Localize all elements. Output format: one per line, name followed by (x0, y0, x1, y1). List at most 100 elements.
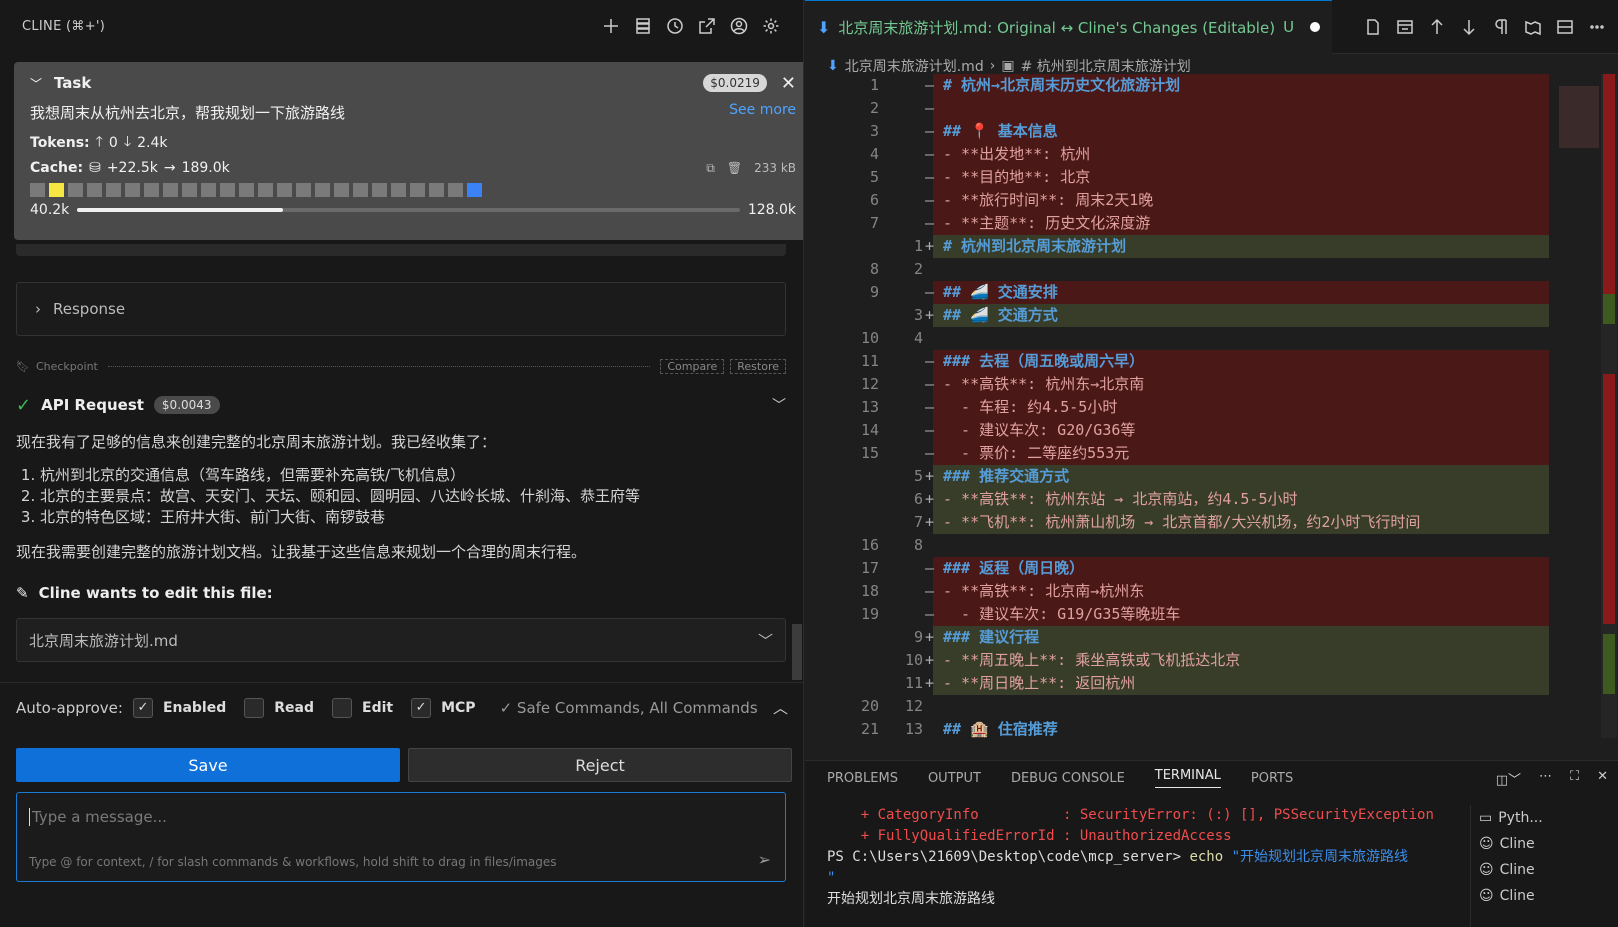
code-line[interactable]: 4 — - **出发地**: 杭州 (805, 143, 1618, 166)
code-line[interactable]: 5 + ### 推荐交通方式 (805, 465, 1618, 488)
diff-marker: — (925, 76, 935, 94)
code-line[interactable]: 5 — - **目的地**: 北京 (805, 166, 1618, 189)
copy-icon[interactable]: ⧉ (706, 161, 715, 176)
code-line[interactable]: 9 + ### 建议行程 (805, 626, 1618, 649)
close-task-icon[interactable]: ✕ (781, 73, 796, 94)
code-line[interactable]: 1 + # 杭州到北京周末旅游计划 (805, 235, 1618, 258)
code-line[interactable]: 10 + - **周五晚上**: 乘坐高铁或飞机抵达北京 (805, 649, 1618, 672)
code-line[interactable]: 11 — ### 去程（周五晚或周六早） (805, 350, 1618, 373)
overview-deleted-marker (1603, 374, 1615, 624)
scrollbar-thumb[interactable] (792, 624, 802, 680)
previous-change-icon[interactable] (1426, 16, 1448, 38)
code-line[interactable]: 3 + ## 🚄 交通方式 (805, 304, 1618, 327)
tab-ports[interactable]: PORTS (1251, 771, 1293, 786)
mcp-servers-icon[interactable] (632, 15, 654, 37)
code-line[interactable]: 14 — - 建议车次: G20/G36等 (805, 419, 1618, 442)
code-line[interactable]: 17 — ### 返程（周日晚） (805, 557, 1618, 580)
diff-marker: — (925, 352, 935, 370)
edit-checkbox[interactable] (332, 697, 353, 718)
tab-problems[interactable]: PROBLEMS (827, 771, 898, 786)
code-text: - **高铁**: 杭州东→北京南 (943, 375, 1145, 393)
code-line[interactable]: 82 (805, 258, 1618, 281)
code-line[interactable]: 21 13 ## 🏨 住宿推荐 (805, 718, 1618, 741)
close-panel-icon[interactable]: ✕ (1597, 769, 1608, 788)
code-line[interactable]: 1 — # 杭州→北京周末历史文化旅游计划 (805, 74, 1618, 97)
split-terminal-icon[interactable]: ◫﹀ (1496, 769, 1521, 788)
maximize-panel-icon[interactable]: ⛶ (1570, 769, 1579, 788)
tab-output[interactable]: OUTPUT (928, 771, 981, 786)
account-icon[interactable] (728, 15, 750, 37)
minimap-slider[interactable] (1559, 86, 1599, 148)
inline-diff-icon[interactable] (1394, 16, 1416, 38)
more-actions-icon[interactable]: ⋯ (1539, 769, 1552, 788)
code-line[interactable]: 18 — - **高铁**: 北京南→杭州东 (805, 580, 1618, 603)
code-line[interactable]: 9 — ## 🚄 交通安排 (805, 281, 1618, 304)
enabled-checkbox[interactable]: ✓ (132, 697, 153, 718)
context-block (448, 183, 463, 197)
breadcrumb-file[interactable]: 北京周末旅游计划.md (845, 56, 984, 76)
unsaved-dot-icon[interactable] (1310, 22, 1321, 32)
restore-button[interactable]: Restore (730, 358, 786, 374)
code-line[interactable]: 3 — ## 📍 基本信息 (805, 120, 1618, 143)
terminal-list-item[interactable]: ☺ Cline (1479, 857, 1618, 883)
code-line[interactable]: 6 — - **旅行时间**: 周末2天1晚 (805, 189, 1618, 212)
context-block (410, 183, 425, 197)
send-icon[interactable]: ➢ (758, 850, 771, 869)
terminal-argument: "开始规划北京周末旅游路线 (1231, 849, 1409, 865)
new-task-icon[interactable] (600, 15, 622, 37)
terminal-list-item[interactable]: ▭ Pyth... (1479, 805, 1618, 831)
split-editor-icon[interactable] (1554, 16, 1576, 38)
code-line[interactable]: 7 + - **飞机**: 杭州萧山机场 → 北京首都/大兴机场，约2小时飞行时间 (805, 511, 1618, 534)
more-actions-icon[interactable] (1586, 16, 1608, 38)
message-intro: 现在我有了足够的信息来创建完整的北京周末旅游计划。我已经收集了： (16, 433, 497, 451)
tab-debug-console[interactable]: DEBUG CONSOLE (1011, 771, 1125, 786)
api-request-row[interactable]: ✓ API Request $0.0043 ﹀ (16, 390, 786, 420)
terminal-list-item[interactable]: ☺ Cline (1479, 831, 1618, 857)
trash-icon[interactable]: 🗑 (727, 161, 742, 175)
see-more-link[interactable]: See more (729, 102, 796, 123)
code-line[interactable]: 6 + - **高铁**: 杭州东站 → 北京南站，约4.5-5小时 (805, 488, 1618, 511)
read-checkbox[interactable] (244, 697, 265, 718)
settings-gear-icon[interactable] (760, 15, 782, 37)
chevron-down-icon[interactable]: ﹀ (772, 395, 786, 415)
message-input[interactable]: Type a message... Type @ for context, / … (16, 792, 786, 882)
open-file-icon[interactable] (1362, 16, 1384, 38)
popout-icon[interactable] (696, 15, 718, 37)
terminal-output[interactable]: + CategoryInfo : SecurityError: (:) [], … (827, 805, 1477, 910)
tab-terminal[interactable]: TERMINAL (1154, 768, 1221, 788)
history-icon[interactable] (664, 15, 686, 37)
next-change-icon[interactable] (1458, 16, 1480, 38)
chevron-down-icon[interactable]: ﹀ (758, 630, 773, 651)
reject-button[interactable]: Reject (408, 748, 792, 782)
code-line[interactable]: 2— (805, 97, 1618, 120)
edit-file-row[interactable]: 北京周末旅游计划.md ﹀ (16, 618, 786, 662)
whitespace-icon[interactable] (1490, 16, 1512, 38)
preview-icon[interactable] (1522, 16, 1544, 38)
panel-tabs: PROBLEMS OUTPUT DEBUG CONSOLE TERMINAL P… (805, 761, 1618, 795)
response-collapsible[interactable]: › Response (16, 282, 786, 336)
compare-button[interactable]: Compare (660, 358, 725, 374)
code-line[interactable]: 20 12 (805, 695, 1618, 718)
save-button[interactable]: Save (16, 748, 400, 782)
code-line[interactable]: 19 — - 建议车次: G19/G35等晚班车 (805, 603, 1618, 626)
code-text: - **高铁**: 杭州东站 → 北京南站，约4.5-5小时 (943, 490, 1298, 508)
editor-tab-diff[interactable]: ⬇ 北京周末旅游计划.md: Original ↔ Cline's Change… (805, 0, 1333, 54)
code-line[interactable]: 7 — - **主题**: 历史文化深度游 (805, 212, 1618, 235)
chevron-up-icon[interactable]: ︿ (773, 697, 788, 718)
code-line[interactable]: 11 + - **周日晚上**: 返回杭州 (805, 672, 1618, 695)
code-line[interactable]: 13 — - 车程: 约4.5-5小时 (805, 396, 1618, 419)
mcp-checkbox[interactable]: ✓ (411, 697, 432, 718)
tokens-down-value: 2.4k (137, 135, 168, 151)
modified-line-number: 12 (904, 697, 923, 715)
chevron-down-icon[interactable]: ﹀ (30, 75, 48, 92)
diff-marker: — (925, 122, 935, 140)
code-line[interactable]: 12 — - **高铁**: 杭州东→北京南 (805, 373, 1618, 396)
code-line[interactable]: 10 4 (805, 327, 1618, 350)
terminal-list-item[interactable]: ☺ Cline (1479, 883, 1618, 909)
breadcrumb-section[interactable]: # 杭州到北京周末旅游计划 (1021, 56, 1191, 76)
code-line[interactable]: 16 8 (805, 534, 1618, 557)
checkpoint-divider (107, 365, 651, 367)
minimap[interactable] (1559, 74, 1605, 738)
code-area[interactable]: 1— # 杭州→北京周末历史文化旅游计划 2—3— ## 📍 基本信息 4— - **出发… (805, 74, 1618, 760)
code-line[interactable]: 15 — - 票价: 二等座约553元 (805, 442, 1618, 465)
